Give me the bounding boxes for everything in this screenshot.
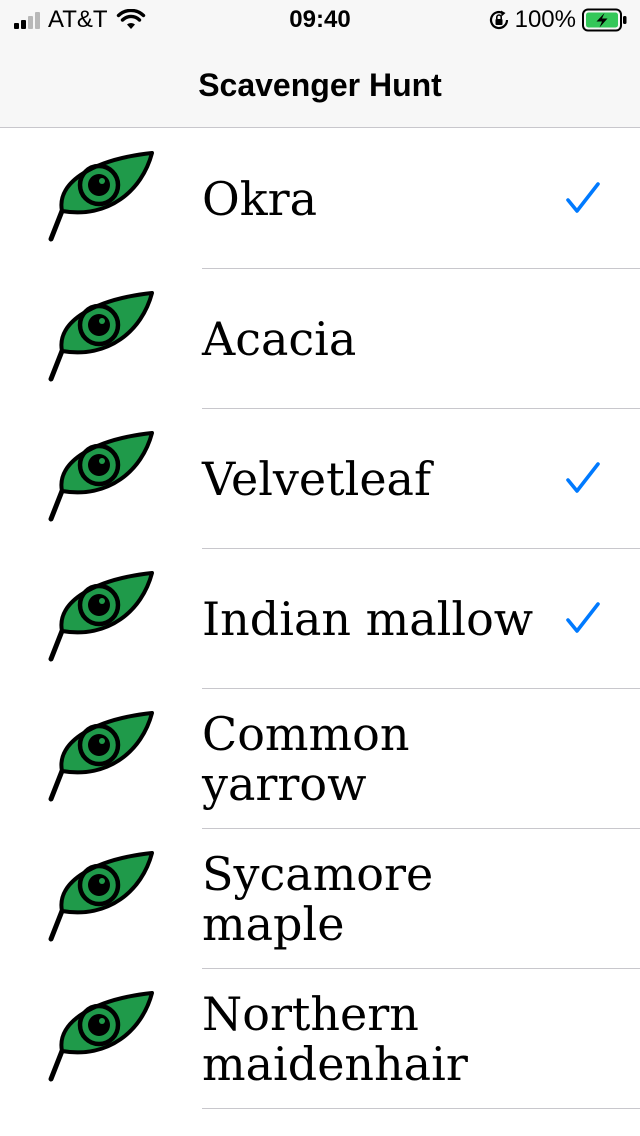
row-separator xyxy=(202,1108,640,1109)
status-bar: AT&T 09:40 100% xyxy=(0,0,640,40)
navigation-bar: Scavenger Hunt xyxy=(0,40,640,128)
list-item-label: Velvetleaf xyxy=(202,451,432,506)
checkmark-icon xyxy=(566,182,600,213)
status-right: 100% xyxy=(487,7,628,33)
plant-list: Okra Acacia Velvetleaf Indian mallow Com… xyxy=(0,129,640,1109)
list-item-label: Northern maidenhair xyxy=(202,986,468,1091)
checkmark-icon xyxy=(566,602,600,633)
leaf-eye-icon xyxy=(48,571,154,662)
list-item[interactable]: Sycamore maple xyxy=(0,829,640,969)
list-item[interactable]: Indian mallow xyxy=(0,549,640,689)
orientation-lock-icon xyxy=(489,10,508,30)
leaf-eye-icon xyxy=(48,151,154,242)
checkmark-icon xyxy=(566,462,600,493)
list-item-label: Acacia xyxy=(202,311,357,366)
list-item[interactable]: Common yarrow xyxy=(0,689,640,829)
list-item-label: Common yarrow xyxy=(202,706,410,811)
list-item[interactable]: Okra xyxy=(0,129,640,269)
list-item[interactable]: Northern maidenhair xyxy=(0,969,640,1109)
leaf-eye-icon xyxy=(48,291,154,382)
list-item-label: Okra xyxy=(202,171,317,226)
page-title: Scavenger Hunt xyxy=(198,67,442,103)
leaf-eye-icon xyxy=(48,431,154,522)
leaf-eye-icon xyxy=(48,991,154,1082)
leaf-eye-icon xyxy=(48,851,154,942)
list-item[interactable]: Velvetleaf xyxy=(0,409,640,549)
list-item-label: Indian mallow xyxy=(202,591,534,646)
leaf-eye-icon xyxy=(48,711,154,802)
battery-percentage: 100% xyxy=(514,6,576,33)
list-item-label: Sycamore maple xyxy=(202,846,434,951)
battery-charging-icon xyxy=(582,8,627,32)
list-item[interactable]: Acacia xyxy=(0,269,640,409)
